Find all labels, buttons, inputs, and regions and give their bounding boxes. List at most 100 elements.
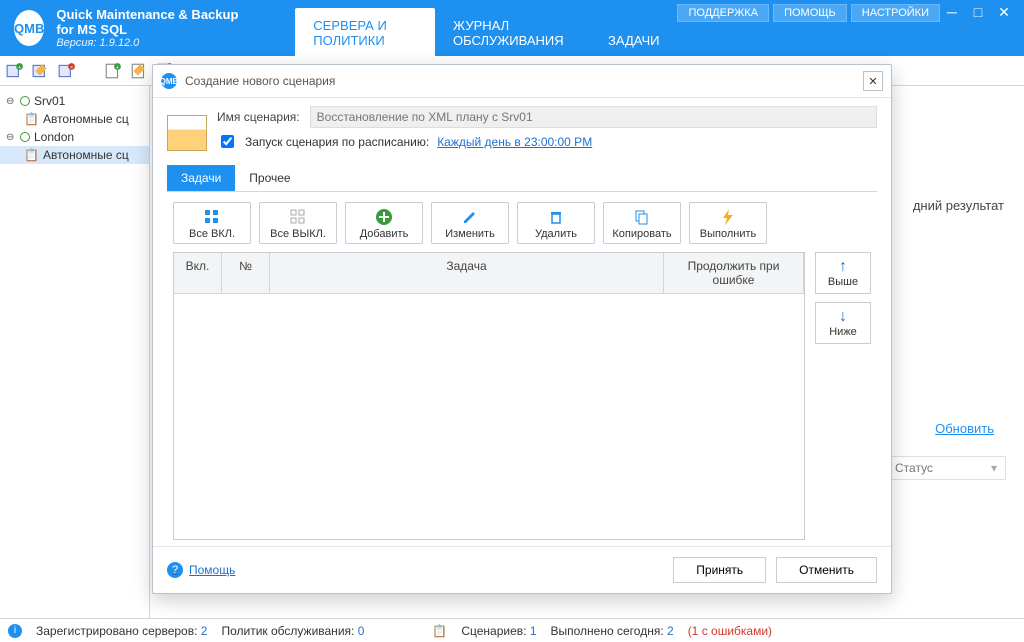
policies-count: Политик обслуживания: 0 <box>221 624 364 638</box>
schedule-label: Запуск сценария по расписанию: <box>245 135 429 149</box>
button-label: Изменить <box>445 228 495 240</box>
move-down-button[interactable]: ↓ Ниже <box>815 302 871 344</box>
tree-label: London <box>34 130 74 144</box>
copy-icon <box>633 208 651 226</box>
scenario-icon: 📋 <box>24 112 39 126</box>
button-label: Все ВКЛ. <box>189 228 235 240</box>
status-ok-icon <box>20 132 30 142</box>
collapse-icon[interactable]: ⊖ <box>6 96 16 107</box>
delete-server-icon[interactable]: × <box>58 62 76 80</box>
logo-zone: QMB Quick Maintenance & Backup for MS SQ… <box>0 0 271 56</box>
info-icon: i <box>8 624 22 638</box>
grid-off-icon <box>289 208 307 226</box>
add-button[interactable]: Добавить <box>345 202 423 244</box>
arrow-down-icon: ↓ <box>839 308 847 326</box>
minimize-button[interactable]: ─ <box>944 4 960 22</box>
status-bar: i Зарегистрировано серверов: 2 Политик о… <box>0 618 1024 642</box>
pencil-icon <box>461 208 479 226</box>
cancel-button[interactable]: Отменить <box>776 557 877 583</box>
dialog-logo-icon: QMB <box>161 73 177 89</box>
task-action-bar: Все ВКЛ. Все ВЫКЛ. Добавить Изменить Уда… <box>167 192 877 252</box>
button-label: Ниже <box>829 326 857 338</box>
tree-node-london[interactable]: ⊖ London <box>0 128 149 146</box>
col-number[interactable]: № <box>222 253 270 294</box>
edit-button[interactable]: Изменить <box>431 202 509 244</box>
top-right: ПОДДЕРЖКА ПОМОЩЬ НАСТРОЙКИ ─ □ ✕ <box>677 0 1024 56</box>
tree-node-srv01-scenarios[interactable]: 📋 Автономные сц <box>0 110 149 128</box>
scenarios-count: Сценариев: 1 <box>461 624 536 638</box>
delete-button[interactable]: Удалить <box>517 202 595 244</box>
tree-label: Srv01 <box>34 94 65 108</box>
bolt-icon <box>719 208 737 226</box>
svg-text:+: + <box>116 64 119 70</box>
tab-servers[interactable]: СЕРВЕРА И ПОЛИТИКИ <box>295 8 435 56</box>
scenarios-icon: 📋 <box>432 624 447 638</box>
scenario-icon: 📋 <box>24 148 39 162</box>
dialog-tab-tasks[interactable]: Задачи <box>167 165 235 191</box>
dialog-header: QMB Создание нового сценария ✕ <box>153 65 891 98</box>
svg-text:+: + <box>18 64 21 70</box>
add-policy-icon[interactable]: + <box>104 62 122 80</box>
last-result-label: дний результат <box>913 198 1004 213</box>
tree-label: Автономные сц <box>43 112 129 126</box>
col-task[interactable]: Задача <box>270 253 664 294</box>
button-label: Выше <box>828 276 858 288</box>
grid-on-icon <box>203 208 221 226</box>
copy-button[interactable]: Копировать <box>603 202 681 244</box>
errors-count: (1 с ошибками) <box>688 624 772 638</box>
help-icon: ? <box>167 562 183 578</box>
maximize-button[interactable]: □ <box>970 4 986 22</box>
accept-button[interactable]: Принять <box>673 557 766 583</box>
tab-tasks[interactable]: ЗАДАЧИ <box>590 23 677 56</box>
new-scenario-dialog: QMB Создание нового сценария ✕ Имя сцена… <box>152 64 892 594</box>
edit-policy-icon[interactable] <box>130 62 148 80</box>
col-enabled[interactable]: Вкл. <box>174 253 222 294</box>
button-label: Удалить <box>535 228 577 240</box>
tab-journal[interactable]: ЖУРНАЛ ОБСЛУЖИВАНИЯ <box>435 8 590 56</box>
task-grid[interactable]: Вкл. № Задача Продолжить при ошибке <box>173 252 805 540</box>
move-up-button[interactable]: ↑ Выше <box>815 252 871 294</box>
all-off-button[interactable]: Все ВЫКЛ. <box>259 202 337 244</box>
button-label: Добавить <box>360 228 409 240</box>
dialog-tab-other[interactable]: Прочее <box>235 165 304 191</box>
button-label: Выполнить <box>700 228 756 240</box>
app-logo: QMB <box>14 10 44 46</box>
run-button[interactable]: Выполнить <box>689 202 767 244</box>
topbar: QMB Quick Maintenance & Backup for MS SQ… <box>0 0 1024 56</box>
collapse-icon[interactable]: ⊖ <box>6 132 16 143</box>
tree-node-srv01[interactable]: ⊖ Srv01 <box>0 92 149 110</box>
server-tree: ⊖ Srv01 📋 Автономные сц ⊖ London 📋 Автон… <box>0 86 150 618</box>
trash-icon <box>547 208 565 226</box>
all-on-button[interactable]: Все ВКЛ. <box>173 202 251 244</box>
dialog-tabs: Задачи Прочее <box>167 165 877 192</box>
status-dropdown[interactable]: Статус ▾ <box>886 456 1006 480</box>
refresh-link[interactable]: Обновить <box>935 421 994 436</box>
scenario-large-icon <box>167 115 207 151</box>
arrow-up-icon: ↑ <box>839 258 847 276</box>
app-title: Quick Maintenance & Backup for MS SQL <box>56 7 257 37</box>
done-today: Выполнено сегодня: 2 <box>551 624 674 638</box>
nav-tabs: СЕРВЕРА И ПОЛИТИКИ ЖУРНАЛ ОБСЛУЖИВАНИЯ З… <box>295 0 677 56</box>
dialog-title: Создание нового сценария <box>185 74 335 88</box>
schedule-link[interactable]: Каждый день в 23:00:00 PM <box>437 135 592 149</box>
support-button[interactable]: ПОДДЕРЖКА <box>677 4 769 22</box>
status-label: Статус <box>895 461 933 475</box>
button-label: Копировать <box>612 228 671 240</box>
dialog-footer: ? Помощь Принять Отменить <box>153 546 891 593</box>
edit-server-icon[interactable] <box>32 62 50 80</box>
title-block: Quick Maintenance & Backup for MS SQL Ве… <box>56 7 257 49</box>
dialog-close-button[interactable]: ✕ <box>863 71 883 91</box>
close-button[interactable]: ✕ <box>996 4 1012 22</box>
settings-button[interactable]: НАСТРОЙКИ <box>851 4 940 22</box>
scenario-name-input[interactable] <box>310 106 877 128</box>
plus-icon <box>375 208 393 226</box>
button-label: Все ВЫКЛ. <box>270 228 326 240</box>
help-button[interactable]: ПОМОЩЬ <box>773 4 847 22</box>
col-continue[interactable]: Продолжить при ошибке <box>664 253 804 294</box>
dialog-help-link[interactable]: ? Помощь <box>167 562 235 578</box>
tree-node-london-scenarios[interactable]: 📋 Автономные сц <box>0 146 149 164</box>
status-ok-icon <box>20 96 30 106</box>
scenario-name-label: Имя сценария: <box>217 110 300 124</box>
schedule-checkbox[interactable] <box>221 135 234 148</box>
add-server-icon[interactable]: + <box>6 62 24 80</box>
